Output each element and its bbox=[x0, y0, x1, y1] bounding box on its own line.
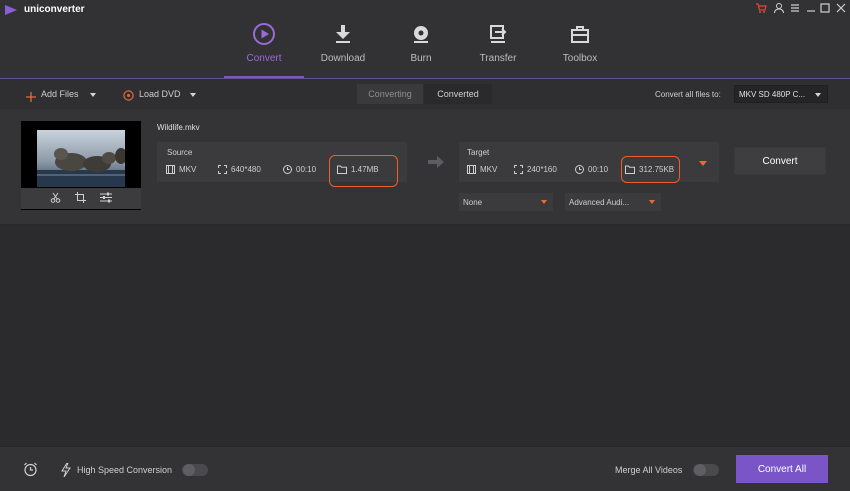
output-format-value: MKV SD 480P C... bbox=[739, 89, 806, 99]
chevron-down-icon bbox=[699, 160, 707, 166]
app-logo-icon bbox=[4, 3, 18, 15]
audio-select[interactable]: Advanced Audi... bbox=[565, 193, 661, 211]
plus-icon bbox=[26, 89, 36, 102]
source-resolution-value: 640*480 bbox=[231, 165, 261, 174]
tab-download[interactable]: Download bbox=[303, 18, 383, 78]
chevron-down-icon bbox=[815, 93, 821, 97]
minimize-icon[interactable] bbox=[804, 1, 818, 15]
convert-all-button[interactable]: Convert All bbox=[736, 455, 828, 483]
source-duration-value: 00:10 bbox=[296, 165, 317, 174]
target-resolution-value: 240*160 bbox=[527, 165, 557, 174]
tab-transfer[interactable]: Transfer bbox=[458, 18, 538, 78]
crop-icon[interactable] bbox=[75, 190, 86, 208]
convert-button[interactable]: Convert bbox=[734, 147, 826, 175]
tab-convert-label: Convert bbox=[246, 53, 282, 64]
load-dvd-dropdown-icon[interactable] bbox=[190, 93, 196, 97]
chevron-down-icon bbox=[649, 200, 655, 204]
film-icon bbox=[166, 165, 175, 174]
audio-select-value: Advanced Audi... bbox=[569, 197, 630, 207]
chevron-down-icon bbox=[541, 200, 547, 204]
lightning-icon bbox=[61, 462, 71, 482]
source-duration: 00:10 bbox=[283, 165, 316, 174]
file-name: Wildlife.mkv bbox=[157, 123, 200, 132]
subtitle-select[interactable]: None bbox=[459, 193, 553, 211]
resolution-icon bbox=[218, 165, 227, 174]
source-size-value: 1.47MB bbox=[351, 165, 379, 174]
merge-all-videos-toggle[interactable] bbox=[693, 464, 719, 476]
scissors-icon[interactable] bbox=[50, 190, 61, 208]
tab-convert[interactable]: Convert bbox=[224, 18, 304, 78]
resolution-icon bbox=[514, 165, 523, 174]
close-icon[interactable] bbox=[834, 1, 848, 15]
target-duration-value: 00:10 bbox=[588, 165, 609, 174]
maximize-icon[interactable] bbox=[818, 1, 832, 15]
dvd-icon bbox=[123, 88, 134, 101]
toggle-knob bbox=[694, 464, 706, 476]
tab-converted[interactable]: Converted bbox=[424, 84, 492, 104]
arrow-right-icon bbox=[428, 155, 444, 173]
convert-icon bbox=[252, 22, 276, 46]
tab-converting[interactable]: Converting bbox=[357, 84, 423, 104]
load-dvd-button[interactable]: Load DVD bbox=[139, 89, 181, 99]
add-files-dropdown-icon[interactable] bbox=[90, 93, 96, 97]
high-speed-conversion-label: High Speed Conversion bbox=[77, 465, 173, 475]
source-size: 1.47MB bbox=[337, 165, 379, 174]
video-thumbnail[interactable] bbox=[37, 130, 127, 187]
user-icon[interactable] bbox=[772, 1, 786, 15]
target-resolution: 240*160 bbox=[514, 165, 557, 174]
source-title: Source bbox=[167, 148, 193, 157]
alarm-clock-icon[interactable] bbox=[23, 462, 38, 482]
subtitle-select-value: None bbox=[463, 197, 483, 207]
tab-toolbox-label: Toolbox bbox=[562, 53, 598, 64]
tab-burn-label: Burn bbox=[410, 53, 432, 64]
transfer-icon bbox=[486, 22, 510, 46]
tab-burn[interactable]: Burn bbox=[381, 18, 461, 78]
download-icon bbox=[331, 22, 355, 46]
tab-toolbox[interactable]: Toolbox bbox=[540, 18, 620, 78]
divider bbox=[0, 224, 850, 225]
film-icon bbox=[467, 165, 476, 174]
cart-icon[interactable] bbox=[754, 1, 768, 15]
target-size-value: 312.75KB bbox=[639, 165, 675, 174]
source-format-value: MKV bbox=[179, 165, 197, 174]
output-format-select[interactable]: MKV SD 480P C... bbox=[734, 85, 828, 103]
clock-icon bbox=[575, 165, 584, 174]
merge-all-videos-label: Merge All Videos bbox=[615, 465, 683, 475]
tab-download-label: Download bbox=[320, 53, 366, 64]
convert-all-to-label: Convert all files to: bbox=[655, 90, 721, 99]
add-files-button[interactable]: Add Files bbox=[41, 89, 79, 99]
target-size: 312.75KB bbox=[625, 165, 674, 174]
burn-icon bbox=[409, 22, 433, 46]
target-panel bbox=[459, 142, 719, 182]
menu-icon[interactable] bbox=[788, 1, 802, 15]
folder-icon bbox=[337, 165, 347, 174]
target-title: Target bbox=[467, 148, 490, 157]
target-format-value: MKV bbox=[480, 165, 498, 174]
high-speed-conversion-toggle[interactable] bbox=[182, 464, 208, 476]
app-title: uniconverter bbox=[24, 4, 85, 15]
source-format: MKV bbox=[166, 165, 196, 174]
source-resolution: 640*480 bbox=[218, 165, 261, 174]
clock-icon bbox=[283, 165, 292, 174]
tab-transfer-label: Transfer bbox=[479, 53, 517, 64]
folder-icon bbox=[625, 165, 635, 174]
toggle-knob bbox=[183, 464, 195, 476]
target-format: MKV bbox=[467, 165, 497, 174]
target-duration: 00:10 bbox=[575, 165, 608, 174]
thumbnail-toolbar bbox=[21, 188, 141, 209]
toolbox-icon bbox=[568, 22, 592, 46]
adjust-icon[interactable] bbox=[100, 190, 112, 208]
target-format-dropdown-button[interactable] bbox=[690, 150, 716, 176]
